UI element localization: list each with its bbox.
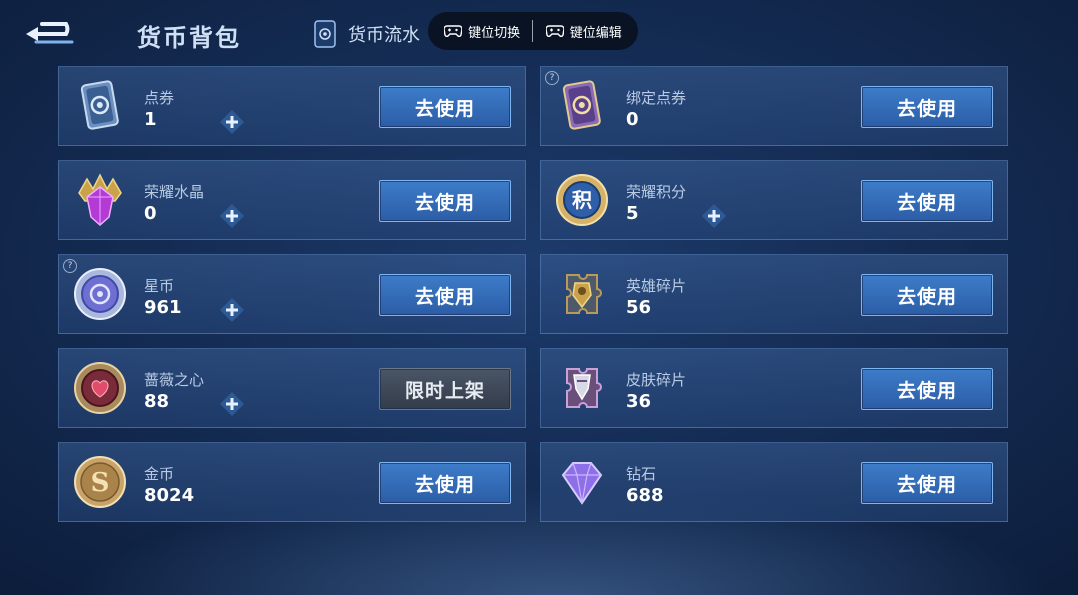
svg-text:积: 积 [572, 188, 592, 212]
currency-card-rose-heart: 蔷薇之心 88 限时上架 [58, 348, 526, 428]
rose-heart-icon [74, 362, 126, 414]
currency-card-gold-coin: S 金币 8024 去使用 [58, 442, 526, 522]
flow-tab-label: 货币流水 [348, 25, 420, 46]
currency-count: 688 [626, 485, 664, 506]
diamond-icon [561, 462, 603, 505]
gamepad-icon [444, 25, 463, 38]
currency-card-hero-fragment: 英雄碎片 56 去使用 [540, 254, 1008, 334]
flow-card-icon [314, 20, 336, 48]
currency-name: 蔷薇之心 [144, 371, 205, 389]
gamepad-icon [545, 25, 564, 38]
add-button[interactable] [701, 203, 727, 229]
currency-name: 星币 [144, 277, 175, 295]
use-button[interactable]: 去使用 [861, 274, 993, 316]
use-button[interactable]: 去使用 [861, 368, 993, 410]
key-control-pill: 键位切换 键位编辑 [428, 12, 638, 50]
use-button[interactable]: 去使用 [379, 180, 511, 222]
currency-card-glory-crystal: 荣耀水晶 0 去使用 [58, 160, 526, 240]
currency-flow-tab[interactable]: 货币流水 [312, 18, 420, 50]
currency-count: 0 [626, 109, 639, 130]
currency-name: 绑定点券 [626, 89, 687, 107]
use-button[interactable]: 去使用 [861, 180, 993, 222]
currency-count: 56 [626, 297, 652, 318]
currency-count: 961 [144, 297, 182, 318]
currency-card-skin-fragment: 皮肤碎片 36 去使用 [540, 348, 1008, 428]
svg-text:S: S [91, 468, 110, 498]
gold-coin-icon: S [74, 456, 126, 508]
currency-name: 荣耀积分 [626, 183, 687, 201]
currency-name: 金币 [144, 465, 175, 483]
glory-points-icon: 积 [556, 174, 608, 226]
currency-count: 8024 [144, 485, 195, 506]
currency-card-star-coin: ? 星币 961 去使用 [58, 254, 526, 334]
use-button[interactable]: 去使用 [379, 86, 511, 128]
use-button[interactable]: 去使用 [379, 274, 511, 316]
use-button[interactable]: 去使用 [379, 462, 511, 504]
bound-coupon-card-icon [562, 80, 601, 130]
page-title: 货币背包 [137, 24, 241, 52]
currency-card-diamond: 钻石 688 去使用 [540, 442, 1008, 522]
currency-name: 皮肤碎片 [626, 371, 687, 389]
use-button[interactable]: 去使用 [861, 86, 993, 128]
back-button[interactable] [22, 18, 80, 50]
currency-count: 1 [144, 109, 157, 130]
divider [532, 20, 534, 42]
currency-count: 0 [144, 203, 157, 224]
currency-name: 英雄碎片 [626, 277, 687, 295]
key-edit-button[interactable]: 键位编辑 [545, 22, 622, 41]
currency-card-coupon: 点券 1 去使用 [58, 66, 526, 146]
currency-name: 钻石 [626, 465, 657, 483]
currency-count: 88 [144, 391, 170, 412]
glory-crystal-icon [78, 173, 122, 227]
add-button[interactable] [219, 109, 245, 135]
key-switch-button[interactable]: 键位切换 [444, 22, 520, 41]
currency-card-bound-coupon: ? 绑定点券 0 去使用 [540, 66, 1008, 146]
top-bar: 货币背包 货币流水 键位切换 键位编辑 [0, 0, 1078, 60]
hero-fragment-icon [566, 274, 602, 314]
add-button[interactable] [219, 391, 245, 417]
currency-count: 36 [626, 391, 652, 412]
currency-name: 荣耀水晶 [144, 183, 205, 201]
currency-name: 点券 [144, 89, 175, 107]
add-button[interactable] [219, 297, 245, 323]
skin-fragment-icon [566, 368, 602, 408]
key-edit-label: 键位编辑 [569, 25, 622, 41]
use-button[interactable]: 去使用 [861, 462, 993, 504]
back-arrow-icon [26, 22, 74, 44]
add-button[interactable] [219, 203, 245, 229]
limited-time-button[interactable]: 限时上架 [379, 368, 511, 410]
star-coin-icon [74, 268, 126, 320]
coupon-card-icon [80, 80, 119, 130]
currency-card-glory-points: 积 荣耀积分 5 去使用 [540, 160, 1008, 240]
currency-count: 5 [626, 203, 639, 224]
key-switch-label: 键位切换 [468, 25, 521, 41]
